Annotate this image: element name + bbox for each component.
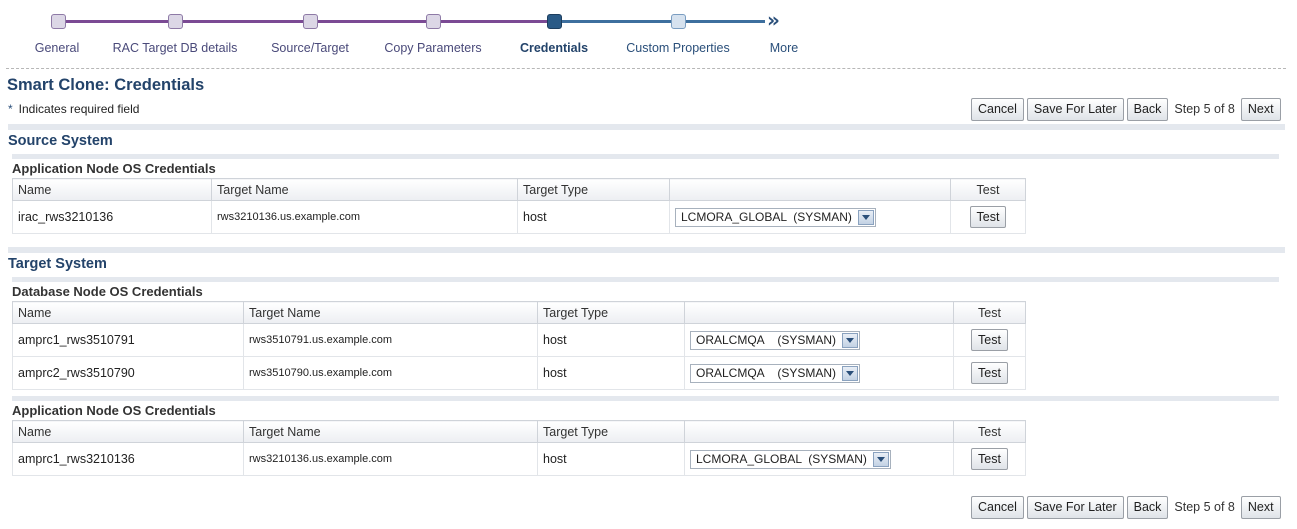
cancel-button[interactable]: Cancel bbox=[971, 495, 1024, 519]
cell-target-name: rws3210136.us.example.com bbox=[243, 442, 538, 476]
column-header-target-name: Target Name bbox=[243, 420, 538, 443]
top-button-bar: Cancel Save For Later Back Step 5 of 8 N… bbox=[971, 97, 1281, 121]
chevron-down-icon[interactable] bbox=[857, 209, 874, 225]
column-header-target-type: Target Type bbox=[517, 178, 670, 201]
test-button[interactable]: Test bbox=[971, 448, 1008, 470]
train-divider bbox=[6, 68, 1286, 69]
column-header-target-name: Target Name bbox=[243, 301, 538, 324]
credential-select-value: LCMORA_GLOBAL (SYSMAN) bbox=[696, 452, 867, 466]
cell-name: amprc2_rws3510790 bbox=[12, 356, 244, 390]
next-button[interactable]: Next bbox=[1240, 495, 1281, 519]
table-row: amprc2_rws3510790 rws3510790.us.example.… bbox=[12, 356, 1026, 390]
cell-test: Test bbox=[953, 356, 1026, 390]
table-header-row: Name Target Name Target Type Test bbox=[12, 178, 1026, 201]
table-row: amprc1_rws3210136 rws3210136.us.example.… bbox=[12, 442, 1026, 476]
train-track-remaining bbox=[555, 20, 765, 23]
train-stop-rac-target-db-details[interactable] bbox=[168, 14, 183, 29]
cell-target-name: rws3510791.us.example.com bbox=[243, 323, 538, 357]
back-button[interactable]: Back bbox=[1126, 97, 1169, 121]
column-header-target-type: Target Type bbox=[537, 420, 685, 443]
save-for-later-button[interactable]: Save For Later bbox=[1026, 97, 1124, 121]
target-app-node-table: Name Target Name Target Type Test amprc1… bbox=[12, 420, 1026, 476]
column-header-name: Name bbox=[12, 178, 212, 201]
source-app-node-credentials-header: Application Node OS Credentials bbox=[12, 154, 1279, 176]
train-stop-general[interactable] bbox=[51, 14, 66, 29]
column-header-target-type: Target Type bbox=[537, 301, 685, 324]
train-label-rac-target-db-details[interactable]: RAC Target DB details bbox=[113, 41, 238, 55]
train-stop-copy-parameters[interactable] bbox=[426, 14, 441, 29]
column-header-test: Test bbox=[953, 420, 1026, 443]
credential-select[interactable]: LCMORA_GLOBAL (SYSMAN) bbox=[690, 449, 891, 469]
train-label-more[interactable]: More bbox=[770, 41, 798, 55]
cell-credential: LCMORA_GLOBAL (SYSMAN) bbox=[684, 442, 954, 476]
cell-name: amprc1_rws3210136 bbox=[12, 442, 244, 476]
cell-name: irac_rws3210136 bbox=[12, 200, 212, 234]
column-header-target-name: Target Name bbox=[211, 178, 518, 201]
column-header-test: Test bbox=[950, 178, 1026, 201]
step-indicator: Step 5 of 8 bbox=[1174, 102, 1235, 116]
required-star: * bbox=[8, 102, 13, 116]
credential-select-value: LCMORA_GLOBAL (SYSMAN) bbox=[681, 210, 852, 224]
next-button[interactable]: Next bbox=[1240, 97, 1281, 121]
credential-select[interactable]: ORALCMQA (SYSMAN) bbox=[690, 330, 861, 350]
cell-test: Test bbox=[950, 200, 1026, 234]
cell-target-name: rws3210136.us.example.com bbox=[211, 200, 518, 234]
credential-select-value: ORALCMQA (SYSMAN) bbox=[696, 333, 837, 347]
back-button[interactable]: Back bbox=[1126, 495, 1169, 519]
train-stop-credentials bbox=[547, 14, 562, 29]
train-stop-custom-properties bbox=[671, 14, 686, 29]
cancel-button[interactable]: Cancel bbox=[971, 97, 1024, 121]
train-label-custom-properties: Custom Properties bbox=[626, 41, 730, 55]
cell-test: Test bbox=[953, 323, 1026, 357]
cell-target-type: host bbox=[537, 356, 685, 390]
column-header-credential bbox=[669, 178, 951, 201]
chevron-down-icon[interactable] bbox=[872, 451, 889, 467]
wizard-train: » General RAC Target DB details Source/T… bbox=[0, 0, 1297, 66]
table-row: amprc1_rws3510791 rws3510791.us.example.… bbox=[12, 323, 1026, 357]
target-app-node-credentials-header: Application Node OS Credentials bbox=[12, 396, 1279, 418]
credential-select[interactable]: ORALCMQA (SYSMAN) bbox=[690, 363, 861, 383]
chevron-down-icon[interactable] bbox=[842, 332, 859, 348]
train-stop-source-target[interactable] bbox=[303, 14, 318, 29]
cell-credential: ORALCMQA (SYSMAN) bbox=[684, 323, 954, 357]
test-button[interactable]: Test bbox=[971, 329, 1008, 351]
cell-target-type: host bbox=[517, 200, 670, 234]
column-header-credential bbox=[684, 301, 954, 324]
column-header-name: Name bbox=[12, 301, 244, 324]
column-header-test: Test bbox=[953, 301, 1026, 324]
table-row: irac_rws3210136 rws3210136.us.example.co… bbox=[12, 200, 1026, 234]
cell-credential: ORALCMQA (SYSMAN) bbox=[684, 356, 954, 390]
table-header-row: Name Target Name Target Type Test bbox=[12, 301, 1026, 324]
cell-name: amprc1_rws3510791 bbox=[12, 323, 244, 357]
chevron-down-icon[interactable] bbox=[842, 365, 859, 381]
column-header-name: Name bbox=[12, 420, 244, 443]
table-header-row: Name Target Name Target Type Test bbox=[12, 420, 1026, 443]
save-for-later-button[interactable]: Save For Later bbox=[1026, 495, 1124, 519]
target-db-node-credentials-header: Database Node OS Credentials bbox=[12, 277, 1279, 299]
source-system-header: Source System bbox=[8, 124, 1285, 149]
target-system-header: Target System bbox=[8, 247, 1285, 272]
page-title: Smart Clone: Credentials bbox=[7, 76, 205, 94]
train-label-source-target[interactable]: Source/Target bbox=[271, 41, 349, 55]
double-chevron-right-icon[interactable]: » bbox=[767, 10, 780, 30]
credential-select[interactable]: LCMORA_GLOBAL (SYSMAN) bbox=[675, 207, 876, 227]
source-app-node-table: Name Target Name Target Type Test irac_r… bbox=[12, 178, 1026, 234]
cell-target-type: host bbox=[537, 442, 685, 476]
bottom-button-bar: Cancel Save For Later Back Step 5 of 8 N… bbox=[971, 495, 1281, 519]
required-note-text: Indicates required field bbox=[18, 102, 140, 116]
train-label-general[interactable]: General bbox=[35, 41, 79, 55]
column-header-credential bbox=[684, 420, 954, 443]
required-field-note: * Indicates required field bbox=[8, 102, 139, 116]
test-button[interactable]: Test bbox=[971, 362, 1008, 384]
train-label-copy-parameters[interactable]: Copy Parameters bbox=[384, 41, 481, 55]
step-indicator: Step 5 of 8 bbox=[1174, 500, 1235, 514]
cell-target-name: rws3510790.us.example.com bbox=[243, 356, 538, 390]
target-db-node-table: Name Target Name Target Type Test amprc1… bbox=[12, 301, 1026, 390]
cell-target-type: host bbox=[537, 323, 685, 357]
test-button[interactable]: Test bbox=[969, 206, 1007, 228]
cell-test: Test bbox=[953, 442, 1026, 476]
credential-select-value: ORALCMQA (SYSMAN) bbox=[696, 366, 837, 380]
cell-credential: LCMORA_GLOBAL (SYSMAN) bbox=[669, 200, 951, 234]
train-label-credentials: Credentials bbox=[519, 41, 589, 55]
